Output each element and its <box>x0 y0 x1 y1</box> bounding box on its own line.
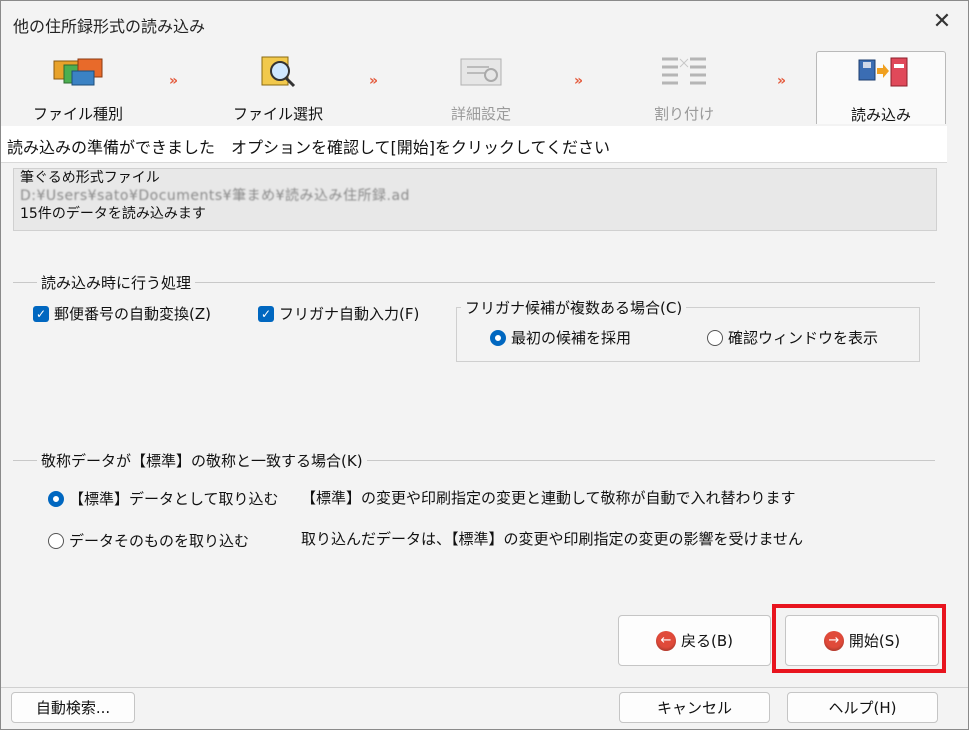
banner-message: 読み込みの準備ができました オプションを確認して[開始]をクリックしてください <box>7 138 611 157</box>
settings-document-icon <box>460 58 502 86</box>
dialog-title: 他の住所録形式の読み込み <box>13 17 206 36</box>
cancel-button[interactable]: キャンセル <box>619 692 770 723</box>
step-mapping: 割り付け <box>629 51 739 123</box>
import-dialog: 他の住所録形式の読み込み ✕ ファイル種別 » ファイル選択 » 詳細設定 » … <box>0 0 969 730</box>
file-count-text: 15件のデータを読み込みます <box>20 206 206 222</box>
file-path-text: D:¥Users¥sato¥Documents¥筆まめ¥読み込み住所録.ad <box>20 188 410 204</box>
help-button[interactable]: ヘルプ(H) <box>787 692 938 723</box>
step-label: ファイル種別 <box>32 105 123 123</box>
postal-auto-checkbox[interactable]: ✓ 郵便番号の自動変換(Z) <box>33 303 211 324</box>
honorific-standard-desc: 【標準】の変更や印刷指定の変更と連動して敬称が自動で入れ替わります <box>301 489 796 507</box>
furigana-auto-checkbox[interactable]: ✓ フリガナ自動入力(F) <box>258 303 419 324</box>
checkbox-checked-icon: ✓ <box>33 305 49 322</box>
radio-label: データそのものを取り込む <box>69 532 250 550</box>
step-label: 割り付け <box>653 105 714 123</box>
file-info-box: 筆ぐるめ形式ファイル D:¥Users¥sato¥Documents¥筆まめ¥読… <box>13 168 937 231</box>
file-format-text: 筆ぐるめ形式ファイル <box>20 170 160 186</box>
title-bar: 他の住所録形式の読み込み ✕ <box>1 1 968 47</box>
auto-search-label: 自動検索... <box>35 699 111 717</box>
radio-honorific-asis[interactable]: データそのものを取り込む <box>48 530 249 551</box>
cancel-label: キャンセル <box>656 699 732 717</box>
radio-first-candidate[interactable]: 最初の候補を採用 <box>490 327 631 348</box>
step-arrow-icon: » <box>369 73 378 89</box>
radio-unselected-icon <box>707 329 723 346</box>
honorific-title: 敬称データが【標準】の敬称と一致する場合(K) <box>37 450 367 471</box>
radio-confirm-window[interactable]: 確認ウィンドウを表示 <box>707 327 878 348</box>
radio-label: 最初の候補を採用 <box>511 329 632 347</box>
radio-label: 確認ウィンドウを表示 <box>728 329 879 347</box>
step-arrow-icon: » <box>169 73 178 89</box>
radio-honorific-standard[interactable]: 【標準】データとして取り込む <box>48 488 279 509</box>
status-banner: 読み込みの準備ができました オプションを確認して[開始]をクリックしてください <box>1 126 947 163</box>
start-button-highlight <box>772 604 946 673</box>
wizard-steps: ファイル種別 » ファイル選択 » 詳細設定 » 割り付け » 読み込み <box>1 47 968 125</box>
furigana-group-title: フリガナ候補が複数ある場合(C) <box>461 297 687 318</box>
checkbox-label: フリガナ自動入力(F) <box>279 305 420 323</box>
step-file-select: ファイル選択 <box>223 51 333 123</box>
step-file-type: ファイル種別 <box>23 51 133 123</box>
step-import: 読み込み <box>816 51 946 124</box>
checkbox-checked-icon: ✓ <box>258 305 274 322</box>
footer-divider <box>1 687 968 688</box>
folder-search-icon <box>261 56 296 88</box>
radio-unselected-icon <box>48 532 64 549</box>
honorific-asis-desc: 取り込んだデータは、【標準】の変更や印刷指定の変更の影響を受けません <box>301 530 804 548</box>
back-button[interactable]: ← 戻る(B) <box>618 615 771 666</box>
step-detail-settings: 詳細設定 <box>426 51 536 123</box>
radio-selected-icon <box>48 490 64 507</box>
folders-icon <box>53 58 103 86</box>
radio-label: 【標準】データとして取り込む <box>69 490 279 508</box>
radio-selected-icon <box>490 329 506 346</box>
step-arrow-icon: » <box>777 73 786 89</box>
import-options-title: 読み込み時に行う処理 <box>37 272 196 293</box>
mapping-list-icon <box>662 57 706 85</box>
back-button-label: 戻る(B) <box>681 632 733 650</box>
step-label: 読み込み <box>850 106 911 124</box>
close-icon[interactable]: ✕ <box>930 10 954 34</box>
auto-search-button[interactable]: 自動検索... <box>11 692 135 723</box>
arrow-left-icon: ← <box>656 630 676 651</box>
step-arrow-icon: » <box>574 73 583 89</box>
step-label: 詳細設定 <box>450 105 511 123</box>
import-notebook-icon <box>858 57 908 87</box>
help-label: ヘルプ(H) <box>828 699 897 717</box>
checkbox-label: 郵便番号の自動変換(Z) <box>54 305 211 323</box>
step-label: ファイル選択 <box>232 105 323 123</box>
